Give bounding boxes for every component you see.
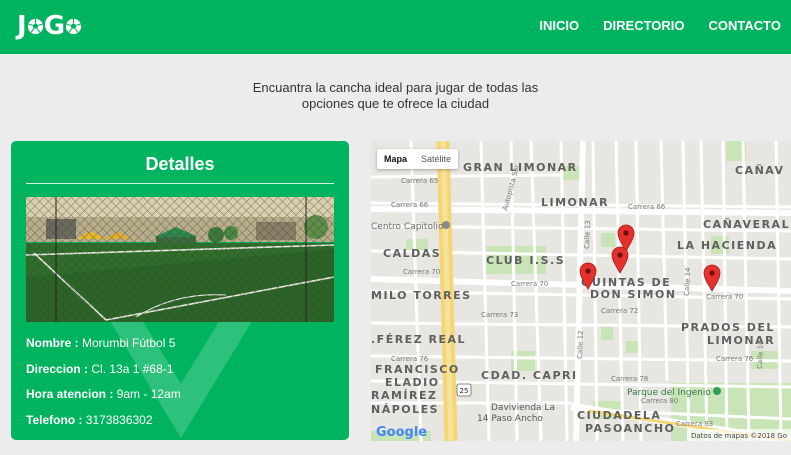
- map-street-calle-14: Calle 14: [683, 267, 692, 296]
- map-street-carrera-66: Carrera 66: [391, 201, 429, 209]
- details-title: Detalles: [145, 154, 215, 174]
- map-label-canav: CAÑAV: [735, 164, 785, 177]
- details-card: Detalles Nombre : Morumbi Fútbol 5 Direc: [11, 141, 349, 440]
- nav-link-directorio[interactable]: DIRECTORIO: [603, 18, 684, 33]
- map-type-control: Mapa Satélite: [377, 149, 459, 169]
- google-map[interactable]: 25 GRAN LIMONAR LIMONAR CAÑAV CAÑAVERAL …: [371, 141, 791, 441]
- map-street-carrera-83: Carrera 83: [676, 420, 713, 428]
- field-photo: [26, 197, 334, 322]
- logo-letter-j: J: [17, 11, 27, 41]
- map-street-carrera-76b: Carrera 76: [716, 355, 754, 363]
- info-direccion: Direccion : Cl. 13a 1 #68-1: [26, 362, 173, 376]
- map-label-ciudadela-2: PASOANCHO: [585, 422, 675, 435]
- map-label-napoles: NÁPOLES: [371, 403, 439, 416]
- map-street-carrera-65: Carrera 65: [401, 177, 438, 185]
- map-canvas[interactable]: 25 GRAN LIMONAR LIMONAR CAÑAV CAÑAVERAL …: [371, 141, 791, 441]
- map-label-la-hacienda: LA HACIENDA: [677, 239, 777, 252]
- info-nombre-label: Nombre :: [26, 336, 79, 350]
- map-label-prados-1: PRADOS DEL: [681, 321, 775, 334]
- map-label-club-iss: CLUB I.S.S: [486, 254, 565, 267]
- map-street-carrera-72: Carrera 72: [601, 307, 638, 315]
- map-label-caldas: CALDAS: [383, 247, 441, 260]
- map-tab-mapa[interactable]: Mapa: [377, 149, 414, 169]
- map-street-carrera-70b: Carrera 70: [511, 280, 548, 288]
- info-direccion-value: Cl. 13a 1 #68-1: [91, 362, 174, 376]
- map-label-francisco-3: RAMÍREZ: [371, 389, 437, 402]
- route-shield-label: 25: [460, 387, 469, 395]
- details-divider: [26, 183, 334, 184]
- page-tagline: Encuantra la cancha ideal para jugar de …: [0, 80, 791, 112]
- map-poi-davivienda-2: 14 Paso Ancho: [477, 414, 543, 424]
- soccer-ball-icon: [27, 18, 43, 34]
- tagline-line-2: opciones que te ofrece la ciudad: [301, 96, 490, 111]
- map-street-calle-12: Calle 12: [576, 330, 585, 359]
- map-street-calle-16: Calle 16: [756, 340, 765, 369]
- map-label-francisco-1: FRANCISCO: [375, 363, 460, 376]
- map-label-francisco-2: ELADIO: [385, 376, 440, 389]
- info-telefono: Telefono : 3173836302: [26, 413, 153, 427]
- map-street-carrera-66b: Carrera 66: [628, 203, 666, 211]
- google-logo: Google: [376, 425, 427, 440]
- soccer-ball-icon: [65, 18, 82, 34]
- info-nombre: Nombre : Morumbi Fútbol 5: [26, 336, 175, 350]
- info-telefono-label: Telefono :: [26, 413, 83, 427]
- map-tab-satelite[interactable]: Satélite: [414, 149, 458, 169]
- info-telefono-value: 3173836302: [85, 413, 153, 427]
- map-street-carrera-70: Carrera 70: [403, 268, 440, 276]
- nav-link-inicio[interactable]: INICIO: [539, 18, 579, 33]
- map-poi-davivienda-1: Davivienda La: [491, 403, 555, 413]
- jogo-logo[interactable]: J G: [17, 11, 82, 41]
- info-hora: Hora atencion : 9am - 12am: [26, 387, 181, 401]
- map-label-prados-2: LIMONAR: [707, 334, 775, 347]
- map-street-carrera-76: Carrera 76: [391, 355, 429, 363]
- info-direccion-label: Direccion :: [26, 362, 89, 376]
- map-label-ciudadela-1: CIUDADELA: [577, 409, 661, 422]
- map-street-carrera-70c: Carrera 70: [706, 293, 743, 301]
- nav-link-contacto[interactable]: CONTACTO: [709, 18, 781, 33]
- map-label-cdad-capri: CDAD. CAPRI: [481, 369, 578, 382]
- info-hora-label: Hora atencion :: [26, 387, 114, 401]
- map-poi-centro-capitolio: Centro Capitolio: [371, 222, 444, 232]
- map-label-ferez-real: .FÉREZ REAL: [371, 333, 466, 346]
- map-label-limonar: LIMONAR: [541, 196, 609, 209]
- map-label-canaveral: CAÑAVERAL: [703, 218, 790, 231]
- map-street-calle-13: Calle 13: [583, 220, 592, 249]
- info-nombre-value: Morumbi Fútbol 5: [82, 336, 176, 350]
- map-label-quintas-2: DON SIMON: [590, 288, 677, 301]
- nav-menu: INICIO DIRECTORIO CONTACTO: [539, 18, 781, 33]
- top-navbar: J G INICIO DIRECTORIO CONTACTO: [0, 0, 791, 54]
- map-street-carrera-78: Carrera 78: [611, 375, 648, 383]
- tagline-line-1: Encuantra la cancha ideal para jugar de …: [252, 80, 539, 95]
- map-street-carrera-73: Carrera 73: [481, 311, 518, 319]
- map-attribution: Datos de mapas ©2018 Go: [691, 432, 787, 440]
- logo-letter-g: G: [43, 11, 65, 41]
- map-street-carrera-80: Carrera 80: [641, 397, 678, 405]
- map-label-milo-torres: MILO TORRES: [371, 289, 472, 302]
- info-hora-value: 9am - 12am: [116, 387, 181, 401]
